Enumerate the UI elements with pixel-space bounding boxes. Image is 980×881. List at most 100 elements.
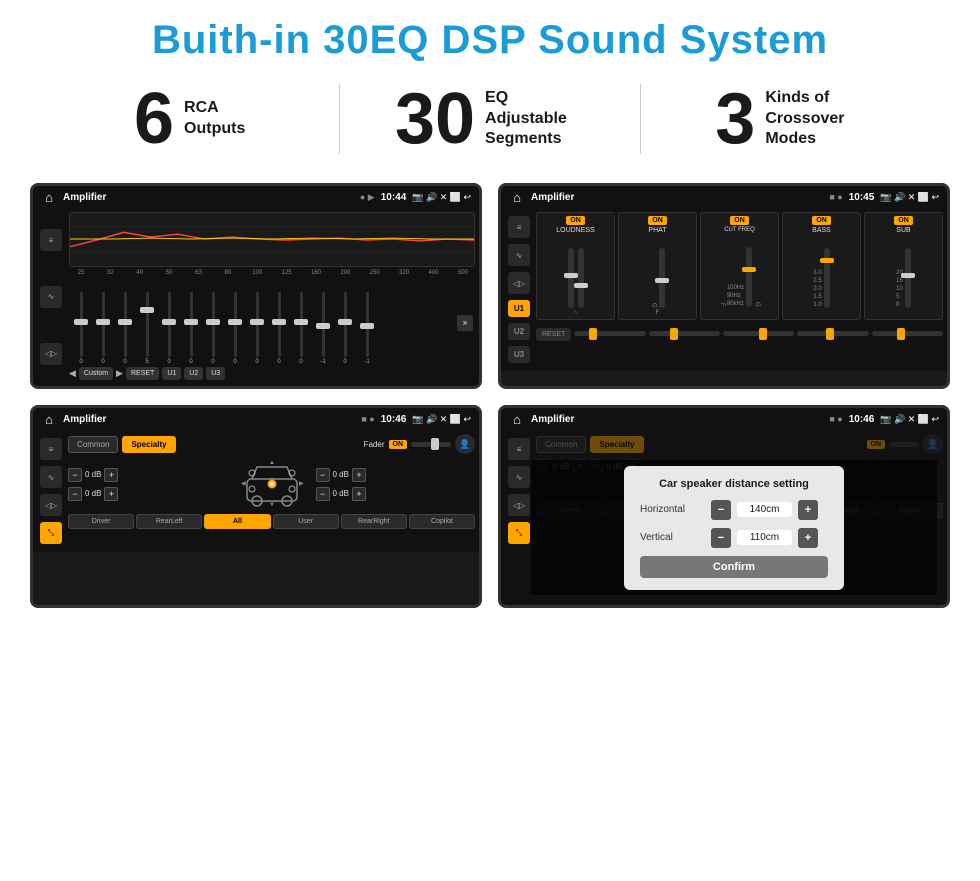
eq-u2-btn[interactable]: U2 — [184, 367, 203, 380]
cross-tab-common[interactable]: Common — [68, 436, 118, 453]
cross-btn-driver[interactable]: Driver — [68, 514, 134, 529]
cross-sidebar-vol[interactable]: ◁▷ — [40, 494, 62, 516]
stat-crossover-text: Kinds ofCrossover Modes — [765, 88, 865, 150]
eq-slider-5[interactable]: 0 — [181, 292, 201, 365]
eq-slider-13[interactable]: -1 — [357, 292, 377, 365]
cross-rv1-minus[interactable]: − — [316, 468, 330, 482]
cross-lv2-plus[interactable]: + — [104, 487, 118, 501]
cross-btn-user[interactable]: User — [273, 514, 339, 529]
cross-btn-rearright[interactable]: RearRight — [341, 514, 407, 529]
dist-horizontal-label: Horizontal — [640, 504, 705, 515]
cross-btn-copilot[interactable]: Copilot — [409, 514, 475, 529]
amp-sidebar-wave-btn[interactable]: ∿ — [508, 244, 530, 266]
bass-slider[interactable] — [824, 248, 830, 308]
bass-label: BASS — [812, 227, 831, 234]
loudness-on-badge[interactable]: ON — [566, 216, 585, 225]
dist-sidebar-expand[interactable]: ⤡ — [508, 522, 530, 544]
loudness-slider-2[interactable] — [578, 248, 584, 308]
cutfreq-on-badge[interactable]: ON — [730, 216, 749, 225]
eq-back-btn[interactable]: ◀ — [69, 368, 76, 379]
cross-fader-slider[interactable] — [411, 442, 451, 447]
eq-sidebar: ≡ ∿ ◁▷ — [37, 212, 65, 382]
eq-slider-10[interactable]: 0 — [291, 292, 311, 365]
eq-reset-btn[interactable]: RESET — [126, 367, 159, 380]
cross-lv2-minus[interactable]: − — [68, 487, 82, 501]
eq-slider-3[interactable]: 5 — [137, 292, 157, 365]
dist-confirm-button[interactable]: Confirm — [640, 556, 828, 578]
eq-sidebar-vol-btn[interactable]: ◁▷ — [40, 343, 62, 365]
amp-sidebar: ≡ ∿ ◁▷ U1 U2 U3 — [505, 212, 533, 367]
loudness-slider-1[interactable] — [568, 248, 574, 308]
eq-slider-9[interactable]: 0 — [269, 292, 289, 365]
cross-btn-all[interactable]: All — [204, 514, 270, 529]
cross-home-icon[interactable]: ⌂ — [41, 411, 57, 427]
bass-on-badge[interactable]: ON — [812, 216, 831, 225]
amp-modules-row: ON LOUDNESS ~ — [536, 212, 943, 320]
cross-tab-specialty[interactable]: Specialty — [122, 436, 175, 453]
eq-screen-title: Amplifier — [63, 192, 354, 203]
cross-rv2-minus[interactable]: − — [316, 487, 330, 501]
amp-preset-u1[interactable]: U1 — [508, 300, 530, 317]
eq-sidebar-eq-btn[interactable]: ≡ — [40, 229, 62, 251]
home-icon[interactable]: ⌂ — [41, 189, 57, 205]
cross-sidebar-expand[interactable]: ⤡ — [40, 522, 62, 544]
cross-person-icon[interactable]: 👤 — [455, 434, 475, 454]
cross-lv1-plus[interactable]: + — [104, 468, 118, 482]
eq-slider-2[interactable]: 0 — [115, 292, 135, 365]
eq-slider-0[interactable]: 0 — [71, 292, 91, 365]
cross-bottom-btns: Driver RearLeft All User RearRight Copil… — [68, 514, 475, 529]
eq-play-btn[interactable]: ▶ — [116, 368, 123, 379]
eq-slider-8[interactable]: 0 — [247, 292, 267, 365]
eq-slider-4[interactable]: 0 — [159, 292, 179, 365]
dist-home-icon[interactable]: ⌂ — [509, 411, 525, 427]
amp-bottom-slider-2[interactable] — [649, 331, 720, 336]
amp-preset-u3[interactable]: U3 — [508, 346, 530, 363]
amp-sidebar-vol-btn[interactable]: ◁▷ — [508, 272, 530, 294]
cross-btn-rearleft[interactable]: RearLeft — [136, 514, 202, 529]
dist-vertical-plus[interactable]: + — [798, 528, 818, 548]
sub-on-badge[interactable]: ON — [894, 216, 913, 225]
page-title: Buith-in 30EQ DSP Sound System — [0, 0, 980, 73]
dist-horizontal-minus[interactable]: − — [711, 500, 731, 520]
cross-sidebar-wave[interactable]: ∿ — [40, 466, 62, 488]
eq-slider-12[interactable]: 0 — [335, 292, 355, 365]
cross-rv2-plus[interactable]: + — [352, 487, 366, 501]
phat-on-badge[interactable]: ON — [648, 216, 667, 225]
cross-time: 10:46 — [381, 414, 407, 425]
cross-on-badge[interactable]: ON — [389, 440, 408, 449]
dist-sidebar-eq[interactable]: ≡ — [508, 438, 530, 460]
dist-vertical-value: 110cm — [737, 530, 792, 545]
amp-bottom-slider-1[interactable] — [574, 331, 645, 336]
dist-sidebar-vol[interactable]: ◁▷ — [508, 494, 530, 516]
dist-vertical-minus[interactable]: − — [711, 528, 731, 548]
eq-slider-11[interactable]: -1 — [313, 292, 333, 365]
eq-slider-6[interactable]: 0 — [203, 292, 223, 365]
eq-sidebar-wave-btn[interactable]: ∿ — [40, 286, 62, 308]
amp-bottom-slider-5[interactable] — [872, 331, 943, 336]
eq-u3-btn[interactable]: U3 — [206, 367, 225, 380]
eq-u1-btn[interactable]: U1 — [162, 367, 181, 380]
cross-car-diagram: ▲ ▼ ◀ ▶ — [232, 459, 312, 509]
amp-reset-btn[interactable]: RESET — [536, 328, 571, 341]
eq-slider-1[interactable]: 0 — [93, 292, 113, 365]
eq-more-btn[interactable]: » — [457, 315, 473, 331]
amp-sidebar-eq-btn[interactable]: ≡ — [508, 216, 530, 238]
dist-horizontal-plus[interactable]: + — [798, 500, 818, 520]
amp-home-icon[interactable]: ⌂ — [509, 189, 525, 205]
phat-slider[interactable] — [659, 248, 665, 308]
cross-left-vol-2: − 0 dB + — [68, 487, 228, 501]
cross-rv1-plus[interactable]: + — [352, 468, 366, 482]
amp-bottom-slider-3[interactable] — [723, 331, 794, 336]
dist-sidebar-wave[interactable]: ∿ — [508, 466, 530, 488]
amp-bottom-slider-4[interactable] — [797, 331, 868, 336]
sub-slider[interactable] — [905, 248, 911, 308]
cross-lv1-minus[interactable]: − — [68, 468, 82, 482]
cross-sidebar-eq[interactable]: ≡ — [40, 438, 62, 460]
eq-time: 10:44 — [381, 192, 407, 203]
eq-sliders: 0 0 0 5 — [71, 280, 455, 365]
amp-preset-u2[interactable]: U2 — [508, 323, 530, 340]
dist-horizontal-row: Horizontal − 140cm + — [640, 500, 828, 520]
eq-custom-btn[interactable]: Custom — [79, 367, 113, 380]
eq-slider-7[interactable]: 0 — [225, 292, 245, 365]
cutfreq-slider[interactable] — [746, 247, 752, 307]
